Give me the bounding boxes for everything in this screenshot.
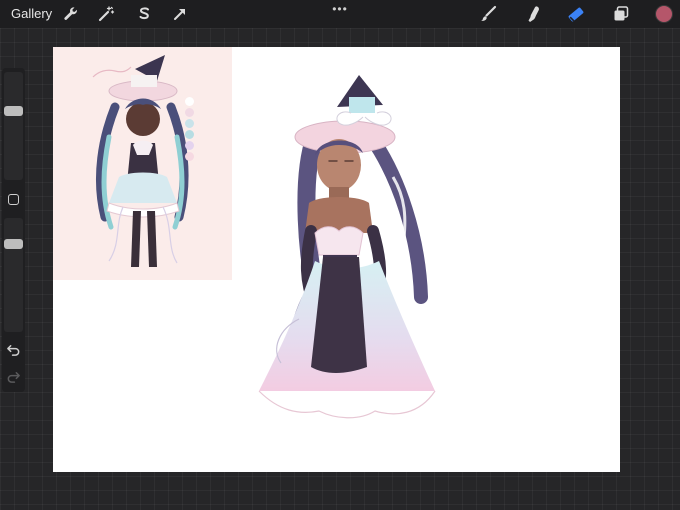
brush-size-handle[interactable]	[4, 106, 23, 116]
gallery-button[interactable]: Gallery	[11, 6, 52, 21]
magic-wand-icon[interactable]	[96, 4, 116, 24]
side-toolbar	[2, 68, 25, 392]
eraser-icon[interactable]	[566, 4, 586, 24]
smudge-finger-icon[interactable]	[523, 4, 543, 24]
undo-icon[interactable]	[6, 342, 21, 357]
current-color-swatch[interactable]	[655, 5, 673, 23]
opacity-slider[interactable]	[4, 218, 23, 332]
wrench-icon[interactable]	[61, 4, 81, 24]
brush-icon[interactable]	[478, 4, 498, 24]
opacity-handle[interactable]	[4, 239, 23, 249]
arrow-cursor-icon[interactable]	[170, 4, 190, 24]
layers-icon[interactable]	[611, 4, 631, 24]
top-toolbar: Gallery •••	[0, 0, 680, 28]
selection-s-icon[interactable]	[134, 4, 154, 24]
drawing-canvas[interactable]	[53, 47, 620, 472]
more-options-button[interactable]: •••	[330, 2, 350, 16]
modify-square-button[interactable]	[8, 194, 19, 205]
brush-size-slider[interactable]	[4, 72, 23, 180]
main-character-illustration	[258, 75, 436, 419]
redo-icon[interactable]	[6, 369, 21, 384]
